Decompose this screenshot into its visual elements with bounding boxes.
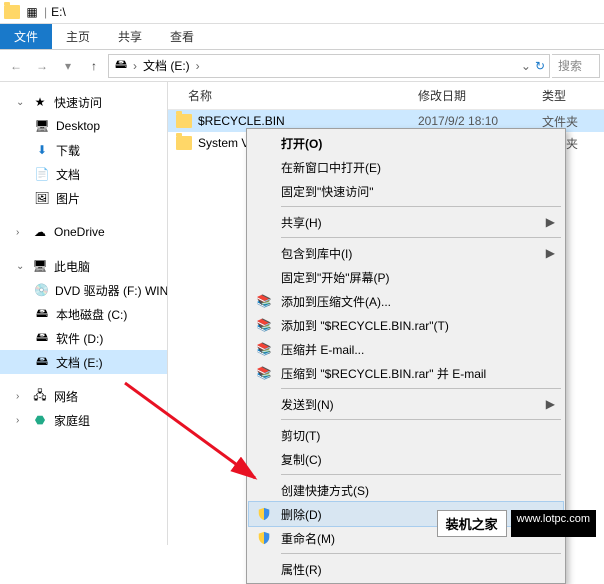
submenu-icon: ▶ (546, 246, 555, 260)
folder-icon (176, 136, 192, 150)
recent-dropdown[interactable]: ▾ (56, 54, 80, 78)
ctx-zip-email-to[interactable]: 📚压缩到 "$RECYCLE.BIN.rar" 并 E-mail (249, 361, 563, 385)
breadcrumb-root[interactable]: 文档 (E:) (141, 57, 192, 74)
drive-icon: 🖴 (34, 330, 50, 346)
winrar-icon: 📚 (255, 364, 273, 382)
sidebar-item-localc[interactable]: 🖴本地磁盘 (C:) (0, 302, 167, 326)
drive-icon: 🖴 (113, 58, 129, 74)
download-icon: ⬇ (34, 142, 50, 158)
desktop-icon: 🖥 (34, 118, 50, 134)
winrar-icon: 📚 (255, 292, 273, 310)
sidebar-item-homegroup[interactable]: ›⬣家庭组 (0, 408, 167, 432)
ctx-new-window[interactable]: 在新窗口中打开(E) (249, 155, 563, 179)
sidebar-item-downloads[interactable]: ⬇下载 (0, 138, 167, 162)
tab-file[interactable]: 文件 (0, 24, 52, 49)
props-icon[interactable]: ▦ (24, 4, 40, 20)
divider: | (44, 5, 47, 19)
ctx-include-library[interactable]: 包含到库中(I)▶ (249, 241, 563, 265)
sidebar-item-dvd[interactable]: 💿DVD 驱动器 (F:) WIN (0, 278, 167, 302)
ctx-properties[interactable]: 属性(R) (249, 557, 563, 581)
ctx-pin-start[interactable]: 固定到"开始"屏幕(P) (249, 265, 563, 289)
column-headers[interactable]: 名称 修改日期 类型 (168, 82, 604, 110)
tab-share[interactable]: 共享 (104, 24, 156, 49)
ctx-add-archive[interactable]: 📚添加到压缩文件(A)... (249, 289, 563, 313)
winrar-icon: 📚 (255, 340, 273, 358)
homegroup-icon: ⬣ (32, 412, 48, 428)
shield-icon (255, 505, 273, 523)
col-type[interactable]: 类型 (542, 87, 604, 104)
tab-home[interactable]: 主页 (52, 24, 104, 49)
col-date[interactable]: 修改日期 (418, 87, 542, 104)
network-icon: 🖧 (32, 388, 48, 404)
sidebar-item-onedrive[interactable]: ›☁OneDrive (0, 220, 167, 244)
sidebar-item-thispc[interactable]: ⌄🖥此电脑 (0, 254, 167, 278)
ctx-copy[interactable]: 复制(C) (249, 447, 563, 471)
star-icon: ★ (32, 94, 48, 110)
sidebar-item-pics[interactable]: 🖼图片 (0, 186, 167, 210)
ctx-cut[interactable]: 剪切(T) (249, 423, 563, 447)
doc-icon: 📄 (34, 166, 50, 182)
submenu-icon: ▶ (546, 397, 555, 411)
picture-icon: 🖼 (34, 190, 50, 206)
nav-bar: ← → ▾ ↑ 🖴 › 文档 (E:) › ⌄ ↻ 搜索 (0, 50, 604, 82)
ctx-share[interactable]: 共享(H)▶ (249, 210, 563, 234)
sidebar-item-doce[interactable]: 🖴文档 (E:) (0, 350, 167, 374)
forward-button: → (30, 54, 54, 78)
disc-icon: 💿 (34, 282, 49, 298)
sidebar-item-network[interactable]: ›🖧网络 (0, 384, 167, 408)
winrar-icon: 📚 (255, 316, 273, 334)
ribbon: 文件 主页 共享 查看 (0, 24, 604, 50)
sidebar-item-desktop[interactable]: 🖥Desktop (0, 114, 167, 138)
sidebar: ⌄★快速访问 🖥Desktop ⬇下载 📄文档 🖼图片 ›☁OneDrive ⌄… (0, 82, 168, 545)
ctx-send-to[interactable]: 发送到(N)▶ (249, 392, 563, 416)
cloud-icon: ☁ (32, 224, 48, 240)
watermark: 装机之家 www.lotpc.com (437, 510, 596, 537)
search-box[interactable]: 搜索 (552, 54, 600, 78)
pc-icon: 🖥 (32, 258, 48, 274)
ctx-pin-quick[interactable]: 固定到"快速访问" (249, 179, 563, 203)
folder-icon (176, 114, 192, 128)
titlebar: ▦ | E:\ (0, 0, 604, 24)
up-button[interactable]: ↑ (82, 54, 106, 78)
window-title: E:\ (51, 5, 66, 19)
watermark-brand: 装机之家 (437, 510, 507, 537)
refresh-icon[interactable]: ↻ (535, 59, 545, 73)
back-button[interactable]: ← (4, 54, 28, 78)
ctx-zip-email[interactable]: 📚压缩并 E-mail... (249, 337, 563, 361)
chevron-icon[interactable]: › (196, 59, 200, 73)
sidebar-item-docs[interactable]: 📄文档 (0, 162, 167, 186)
sidebar-item-softd[interactable]: 🖴软件 (D:) (0, 326, 167, 350)
shield-icon (255, 529, 273, 547)
watermark-url: www.lotpc.com (511, 510, 596, 537)
ctx-shortcut[interactable]: 创建快捷方式(S) (249, 478, 563, 502)
folder-icon (4, 4, 20, 20)
tab-view[interactable]: 查看 (156, 24, 208, 49)
submenu-icon: ▶ (546, 215, 555, 229)
sidebar-item-quick[interactable]: ⌄★快速访问 (0, 90, 167, 114)
dropdown-icon[interactable]: ⌄ (521, 59, 531, 73)
address-bar[interactable]: 🖴 › 文档 (E:) › ⌄ ↻ (108, 54, 550, 78)
chevron-icon[interactable]: › (133, 59, 137, 73)
ctx-add-rar[interactable]: 📚添加到 "$RECYCLE.BIN.rar"(T) (249, 313, 563, 337)
drive-icon: 🖴 (34, 306, 50, 322)
ctx-open[interactable]: 打开(O) (249, 131, 563, 155)
drive-icon: 🖴 (34, 354, 50, 370)
col-name[interactable]: 名称 (168, 87, 418, 104)
